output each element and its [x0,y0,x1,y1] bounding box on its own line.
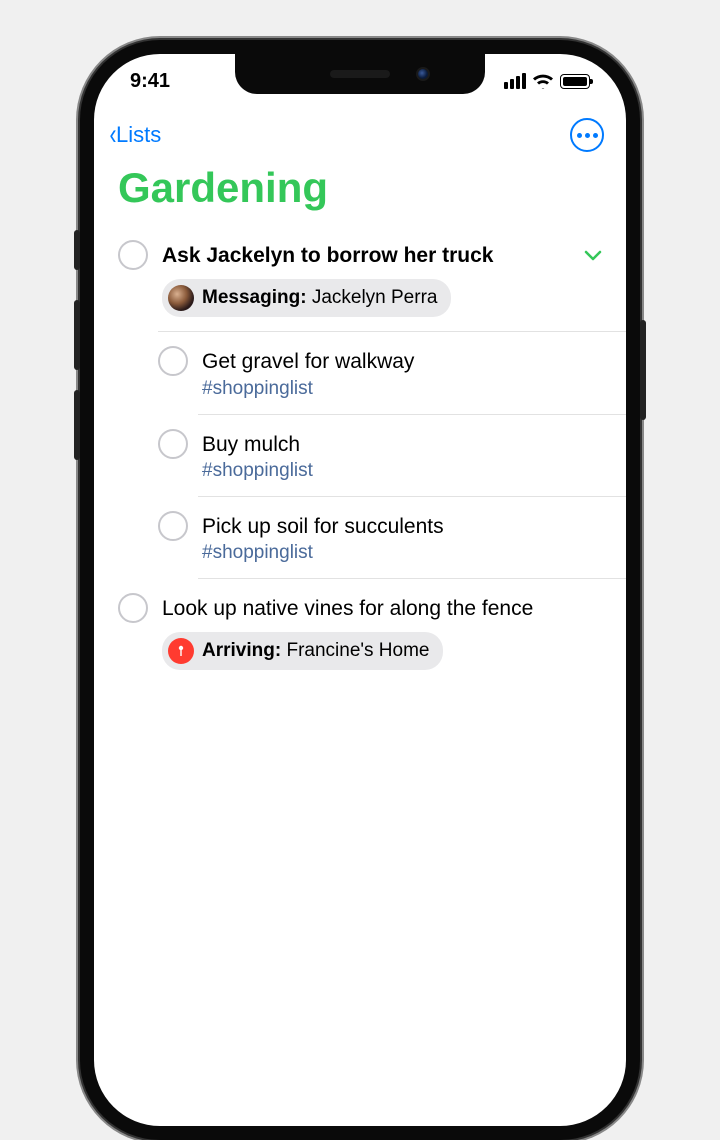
reminder-row[interactable]: Look up native vines for along the fence… [94,579,626,670]
phone-frame: 9:41 ‹ Lists [80,40,640,1140]
complete-radio[interactable] [158,429,188,459]
complete-radio[interactable] [158,511,188,541]
reminder-title: Get gravel for walkway [202,346,606,375]
reminder-row[interactable]: Ask Jackelyn to borrow her truck Messagi… [94,226,626,317]
reminder-title: Ask Jackelyn to borrow her truck [162,240,580,269]
complete-radio[interactable] [118,240,148,270]
clock: 9:41 [130,70,170,93]
reminder-subrow[interactable]: Get gravel for walkway #shoppinglist [94,332,626,399]
more-button[interactable] [570,118,604,152]
chevron-down-icon[interactable] [580,240,606,273]
reminder-title: Buy mulch [202,429,606,458]
front-camera [416,67,430,81]
contact-badge[interactable]: Messaging: Jackelyn Perra [162,279,451,317]
reminder-subrow[interactable]: Buy mulch #shoppinglist [94,415,626,482]
reminder-tag[interactable]: #shoppinglist [202,542,606,564]
badge-prefix: Arriving: [202,640,281,661]
badge-name: Jackelyn Perra [312,287,438,308]
avatar [168,285,194,311]
wifi-icon [532,73,554,89]
back-button[interactable]: ‹ Lists [108,118,161,152]
reminder-tag[interactable]: #shoppinglist [202,460,606,482]
pin-icon [168,638,194,664]
reminder-subrow[interactable]: Pick up soil for succulents #shoppinglis… [94,497,626,564]
location-badge[interactable]: Arriving: Francine's Home [162,632,443,670]
nav-bar: ‹ Lists [94,108,626,160]
badge-prefix: Messaging: [202,287,307,308]
ellipsis-icon [577,133,582,138]
reminder-title: Look up native vines for along the fence [162,593,606,622]
page-title: Gardening [94,160,626,226]
notch [235,54,485,94]
battery-icon [560,74,590,89]
cellular-signal-icon [504,73,526,89]
power-button [640,320,646,420]
back-label: Lists [116,122,161,148]
complete-radio[interactable] [158,346,188,376]
mute-switch [74,230,80,270]
screen: 9:41 ‹ Lists [94,54,626,1126]
volume-down-button [74,390,80,460]
chevron-left-icon: ‹ [110,118,117,152]
reminder-tag[interactable]: #shoppinglist [202,378,606,400]
complete-radio[interactable] [118,593,148,623]
badge-name: Francine's Home [286,640,429,661]
speaker-grille [330,70,390,78]
reminders-list: Ask Jackelyn to borrow her truck Messagi… [94,226,626,670]
reminder-title: Pick up soil for succulents [202,511,606,540]
volume-up-button [74,300,80,370]
